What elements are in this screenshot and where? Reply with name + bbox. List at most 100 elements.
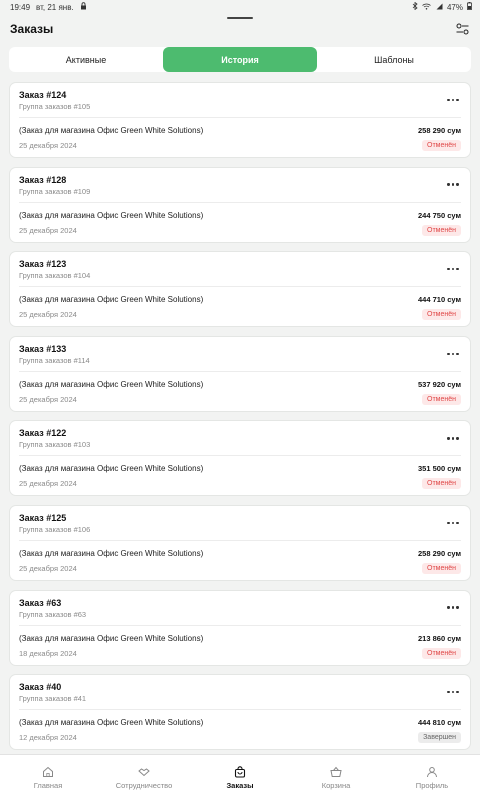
nav-label: Главная (33, 780, 63, 790)
order-card[interactable]: Заказ #124 Группа заказов #105 (Заказ дл… (9, 82, 471, 158)
status-badge: Отменён (422, 309, 461, 321)
nav-item-handshake[interactable]: Сотрудничество (96, 755, 192, 800)
order-group: Группа заказов #103 (19, 440, 91, 450)
battery-percent: 47% (446, 2, 463, 12)
handshake-icon (138, 766, 150, 778)
card-divider (19, 455, 461, 457)
order-card[interactable]: Заказ #63 Группа заказов #63 (Заказ для … (9, 589, 471, 666)
battery-icon (467, 2, 472, 12)
order-shop: (Заказ для магазина Офис Green White Sol… (19, 464, 204, 474)
status-time: 19:49 (10, 2, 31, 12)
order-shop: (Заказ для магазина Офис Green White Sol… (19, 718, 204, 728)
order-card[interactable]: Заказ #122 Группа заказов #103 (Заказ дл… (9, 420, 471, 497)
order-title: Заказ #40 (19, 682, 62, 693)
order-amount: 213 860 сум (418, 633, 461, 643)
status-badge: Отменён (422, 647, 461, 659)
status-badge: Завершен (418, 732, 461, 744)
order-date: 18 декабря 2024 (19, 648, 77, 658)
order-tabs: Активные История Шаблоны (9, 47, 471, 72)
order-date: 25 декабря 2024 (19, 563, 77, 573)
order-shop: (Заказ для магазина Офис Green White Sol… (19, 126, 204, 135)
orders-list: Заказ #124 Группа заказов #105 (Заказ дл… (9, 82, 471, 759)
order-amount: 444 810 сум (418, 718, 461, 728)
nav-item-bag[interactable]: Заказы (192, 755, 288, 800)
order-group: Группа заказов #41 (19, 694, 87, 704)
card-divider (19, 539, 461, 541)
filter-icon[interactable] (454, 21, 470, 37)
order-title: Заказ #124 (19, 90, 67, 100)
order-amount: 351 500 сум (418, 464, 461, 474)
order-group: Группа заказов #106 (19, 524, 91, 534)
order-group: Группа заказов #109 (19, 186, 91, 196)
order-shop: (Заказ для магазина Офис Green White Sol… (19, 548, 204, 558)
card-divider (19, 286, 461, 288)
nav-item-basket[interactable]: Корзина (288, 755, 384, 800)
order-card[interactable]: Заказ #133 Группа заказов #114 (Заказ дл… (9, 335, 471, 412)
order-date: 25 декабря 2024 (19, 479, 77, 489)
header: Заказы (0, 18, 480, 40)
bottom-nav: Главная Сотрудничество Заказы Корзина Пр… (0, 754, 480, 800)
signal-icon (435, 3, 443, 12)
order-date: 12 декабря 2024 (19, 733, 77, 743)
order-title: Заказ #122 (19, 428, 67, 439)
order-amount: 444 710 сум (418, 295, 461, 305)
status-badge: Отменён (422, 393, 461, 405)
bluetooth-icon (412, 1, 418, 12)
card-divider (19, 201, 461, 203)
nav-label: Заказы (226, 780, 254, 790)
order-shop: (Заказ для магазина Офис Green White Sol… (19, 295, 204, 305)
status-badge: Отменён (422, 478, 461, 490)
order-date: 25 декабря 2024 (19, 141, 77, 150)
lock-icon (80, 2, 87, 12)
order-group: Группа заказов #63 (19, 609, 87, 619)
status-badge: Отменён (422, 224, 461, 236)
order-amount: 258 290 сум (418, 548, 461, 558)
status-badge: Отменён (422, 562, 461, 574)
order-title: Заказ #133 (19, 343, 67, 354)
more-options-icon[interactable] (446, 95, 460, 105)
order-group: Группа заказов #105 (19, 102, 91, 111)
tab-templates[interactable]: Шаблоны (317, 47, 471, 72)
order-date: 25 декабря 2024 (19, 310, 77, 320)
more-options-icon[interactable] (446, 433, 460, 443)
order-title: Заказ #123 (19, 259, 67, 270)
order-date: 25 декабря 2024 (19, 225, 77, 235)
order-title: Заказ #63 (19, 597, 62, 608)
order-date: 25 декабря 2024 (19, 394, 77, 404)
card-divider (19, 370, 461, 372)
page-title: Заказы (10, 22, 54, 36)
order-group: Группа заказов #104 (19, 271, 91, 281)
order-title: Заказ #128 (19, 174, 67, 185)
order-shop: (Заказ для магазина Офис Green White Sol… (19, 379, 204, 389)
more-options-icon[interactable] (446, 180, 460, 190)
order-title: Заказ #125 (19, 512, 67, 523)
order-amount: 537 920 сум (418, 379, 461, 389)
order-group: Группа заказов #114 (19, 355, 90, 365)
nav-label: Сотрудничество (115, 780, 173, 790)
nav-label: Профиль (415, 780, 449, 790)
card-divider (19, 624, 461, 626)
tab-active[interactable]: Активные (9, 47, 163, 72)
nav-label: Корзина (321, 780, 351, 790)
more-options-icon[interactable] (446, 518, 460, 528)
card-divider (19, 117, 461, 118)
nav-item-user[interactable]: Профиль (384, 755, 480, 800)
more-options-icon[interactable] (446, 264, 460, 274)
order-card[interactable]: Заказ #125 Группа заказов #106 (Заказ дл… (9, 504, 471, 581)
more-options-icon[interactable] (446, 687, 460, 697)
order-shop: (Заказ для магазина Офис Green White Sol… (19, 633, 204, 643)
nav-item-home[interactable]: Главная (0, 755, 96, 800)
order-card[interactable]: Заказ #128 Группа заказов #109 (Заказ дл… (9, 166, 471, 243)
tab-history[interactable]: История (163, 47, 317, 72)
more-options-icon[interactable] (446, 603, 460, 613)
status-bar: 19:49 вт, 21 янв. 47% (0, 0, 480, 14)
order-card[interactable]: Заказ #40 Группа заказов #41 (Заказ для … (9, 674, 471, 751)
bag-icon (234, 765, 246, 778)
order-card[interactable]: Заказ #123 Группа заказов #104 (Заказ дл… (9, 251, 471, 328)
status-badge: Отменён (422, 140, 461, 151)
basket-icon (330, 766, 342, 778)
order-amount: 244 750 сум (418, 210, 461, 220)
more-options-icon[interactable] (446, 349, 460, 359)
wifi-icon (422, 3, 431, 12)
order-amount: 258 290 сум (418, 126, 461, 135)
